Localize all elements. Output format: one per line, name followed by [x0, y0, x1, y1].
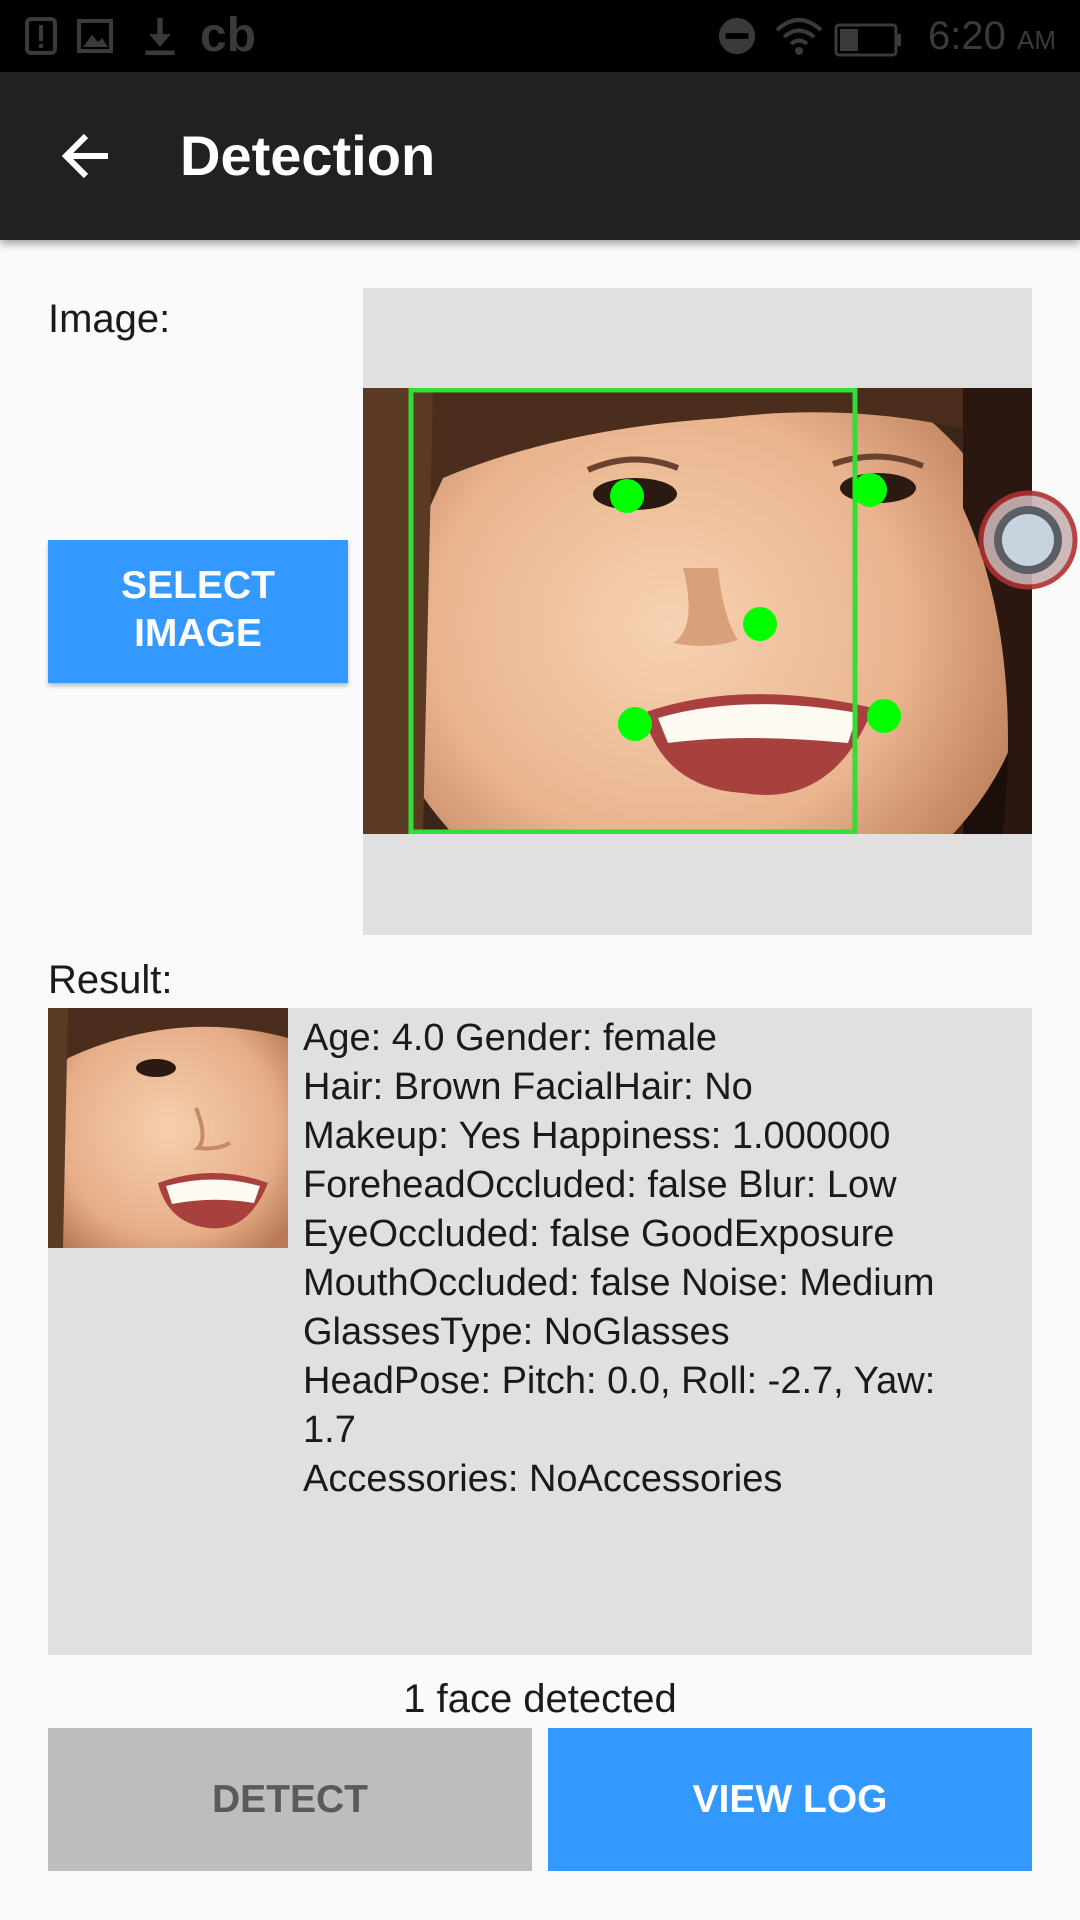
- arrow-back-icon: [61, 133, 108, 179]
- result-line: 1.7: [303, 1409, 356, 1451]
- touch-indicator-icon: [978, 490, 1078, 590]
- face-thumbnail: [48, 1008, 288, 1248]
- image-icon: [77, 19, 113, 53]
- download-icon: [145, 17, 175, 56]
- select-image-button[interactable]: SELECT IMAGE: [48, 540, 348, 683]
- page-title: Detection: [180, 124, 436, 187]
- result-line: ForeheadOccluded: false Blur: Low: [303, 1164, 897, 1206]
- wifi-icon: [775, 18, 823, 55]
- result-line: Hair: Brown FacialHair: No: [303, 1066, 753, 1108]
- result-line: Makeup: Yes Happiness: 1.000000: [303, 1115, 891, 1157]
- result-line: HeadPose: Pitch: 0.0, Roll: -2.7, Yaw:: [303, 1360, 936, 1402]
- cb-icon: cb: [200, 9, 257, 62]
- result-line: Age: 4.0 Gender: female: [303, 1017, 718, 1059]
- result-line: Accessories: NoAccessories: [303, 1458, 783, 1500]
- image-label: Image:: [48, 297, 171, 341]
- clock: 6:20 AM: [928, 14, 1056, 58]
- alert-icon: [25, 17, 57, 55]
- select-image-label: SELECT IMAGE: [121, 564, 275, 655]
- result-label: Result:: [48, 958, 173, 1002]
- view-log-button[interactable]: VIEW LOG: [548, 1728, 1032, 1871]
- detect-button[interactable]: DETECT: [48, 1728, 532, 1871]
- app-bar: Detection: [0, 72, 1080, 240]
- result-line: EyeOccluded: false GoodExposure: [303, 1213, 895, 1255]
- image-panel: [363, 288, 1032, 935]
- result-line: MouthOccluded: false Noise: Medium: [303, 1262, 935, 1304]
- battery-icon: [834, 23, 901, 57]
- status-bar: cb 6:20 AM: [0, 0, 1080, 72]
- result-panel: Age: 4.0 Gender: female Hair: Brown Faci…: [48, 1008, 1032, 1655]
- face-photo: [363, 388, 1032, 834]
- dnd-icon: [718, 17, 756, 55]
- detection-status: 1 face detected: [403, 1677, 677, 1721]
- back-button[interactable]: [50, 120, 122, 192]
- result-line: GlassesType: NoGlasses: [303, 1311, 730, 1353]
- result-text: Age: 4.0 Gender: female Hair: Brown Faci…: [303, 1014, 1023, 1504]
